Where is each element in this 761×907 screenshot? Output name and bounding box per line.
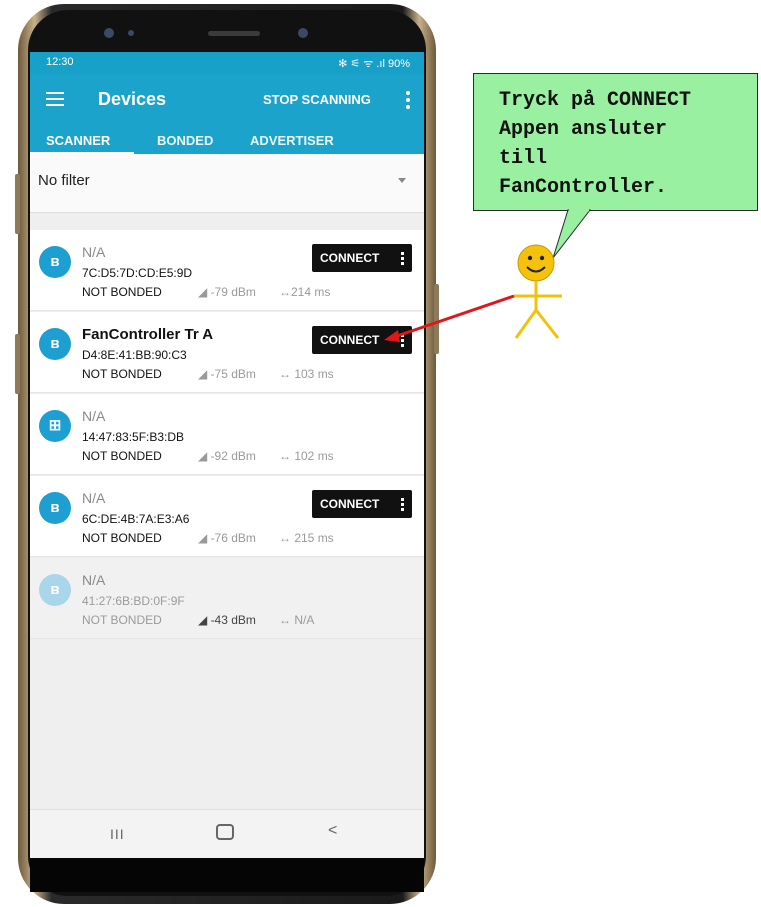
rssi-value: ◢ -76 dBm <box>198 531 256 545</box>
sensor-icon <box>128 30 134 36</box>
interval-value: ↔214 ms <box>279 285 331 299</box>
connect-more-icon[interactable] <box>401 334 404 349</box>
overflow-menu-icon[interactable] <box>406 91 410 112</box>
home-icon[interactable] <box>216 824 234 840</box>
device-row[interactable]: ʙ N/A 41:27:6B:BD:0F:9F NOT BONDED ◢ -43… <box>30 558 424 639</box>
tab-bonded[interactable]: BONDED <box>157 133 213 148</box>
dropdown-caret-icon <box>398 178 406 183</box>
filter-label: No filter <box>38 172 90 189</box>
back-icon[interactable]: < <box>328 822 337 840</box>
bluetooth-icon: ʙ <box>39 492 71 524</box>
tab-scanner[interactable]: SCANNER <box>46 133 110 148</box>
bluetooth-icon: ʙ <box>39 246 71 278</box>
app-bar: Devices STOP SCANNING <box>30 74 424 126</box>
device-name: N/A <box>82 572 106 588</box>
filter-dropdown[interactable]: No filter <box>30 154 424 213</box>
bixby-button <box>15 334 20 394</box>
page-title: Devices <box>98 89 167 109</box>
earpiece-speaker <box>208 31 260 36</box>
speech-bubble: Tryck på CONNECT Appen ansluter till Fan… <box>473 73 758 211</box>
bubble-tail <box>552 209 592 259</box>
connect-more-icon[interactable] <box>401 498 404 513</box>
device-name: N/A <box>82 408 106 424</box>
recent-apps-icon[interactable]: III <box>110 826 125 842</box>
phone-screen: 12:30 ✻ ⚟ ᯤ .ıl 90% Devices STOP SCANNIN… <box>30 52 424 858</box>
bond-state: NOT BONDED <box>82 367 162 381</box>
device-mac: 41:27:6B:BD:0F:9F <box>82 594 185 608</box>
interval-value: ↔ 102 ms <box>279 449 334 463</box>
system-nav-bar: III < <box>30 809 424 858</box>
power-button <box>434 284 439 354</box>
bond-state: NOT BONDED <box>82 449 162 463</box>
interval-value: ↔ 103 ms <box>279 367 334 381</box>
status-bar: 12:30 ✻ ⚟ ᯤ .ıl 90% <box>30 52 424 74</box>
interval-value: ↔ N/A <box>279 613 315 627</box>
bottom-bezel <box>30 858 424 892</box>
device-row[interactable]: ʙ N/A 7C:D5:7D:CD:E5:9D NOT BONDED ◢ -79… <box>30 230 424 311</box>
tab-advertiser[interactable]: ADVERTISER <box>250 133 334 148</box>
status-icons: ✻ ⚟ ᯤ .ıl 90% <box>338 58 410 70</box>
hamburger-menu-icon[interactable] <box>46 92 64 106</box>
front-camera-icon <box>298 28 308 38</box>
rssi-value: ◢ -79 dBm <box>198 285 256 299</box>
interval-value: ↔ 215 ms <box>279 531 334 545</box>
device-name: N/A <box>82 244 106 260</box>
connect-label: CONNECT <box>320 333 380 347</box>
bond-state: NOT BONDED <box>82 613 162 627</box>
windows-icon: ⊞ <box>39 410 71 442</box>
bond-state: NOT BONDED <box>82 285 162 299</box>
connect-label: CONNECT <box>320 497 380 511</box>
device-mac: 14:47:83:5F:B3:DB <box>82 430 185 444</box>
device-name: FanController Tr A <box>82 326 214 343</box>
connect-button[interactable]: CONNECT <box>312 490 412 518</box>
bond-state: NOT BONDED <box>82 531 162 545</box>
smiley-figure-icon <box>514 244 562 339</box>
status-time: 12:30 <box>46 56 74 68</box>
device-row[interactable]: ⊞ N/A 14:47:83:5F:B3:DB NOT BONDED ◢ -92… <box>30 394 424 475</box>
top-bezel <box>30 12 424 52</box>
sensor-icon <box>104 28 114 38</box>
connect-button[interactable]: CONNECT <box>312 326 412 354</box>
connect-button[interactable]: CONNECT <box>312 244 412 272</box>
device-row[interactable]: ʙ FanController Tr A D4:8E:41:BB:90:C3 N… <box>30 312 424 393</box>
bluetooth-icon: ʙ <box>39 328 71 360</box>
device-name: N/A <box>82 490 106 506</box>
rssi-value: ◢ -75 dBm <box>198 367 256 381</box>
device-row[interactable]: ʙ N/A 6C:DE:4B:7A:E3:A6 NOT BONDED ◢ -76… <box>30 476 424 557</box>
device-mac: 7C:D5:7D:CD:E5:9D <box>82 266 193 280</box>
device-mac: D4:8E:41:BB:90:C3 <box>82 348 187 362</box>
tab-bar: SCANNER BONDED ADVERTISER <box>30 126 424 155</box>
rssi-value: ◢ -92 dBm <box>198 449 256 463</box>
connect-more-icon[interactable] <box>401 252 404 267</box>
volume-button <box>15 174 20 234</box>
bluetooth-icon: ʙ <box>39 574 71 606</box>
rssi-value: ◢ -43 dBm <box>198 613 256 627</box>
device-mac: 6C:DE:4B:7A:E3:A6 <box>82 512 190 526</box>
connect-label: CONNECT <box>320 251 380 265</box>
callout-text: Tryck på CONNECT Appen ansluter till Fan… <box>499 89 692 199</box>
stop-scanning-button[interactable]: STOP SCANNING <box>263 92 371 107</box>
